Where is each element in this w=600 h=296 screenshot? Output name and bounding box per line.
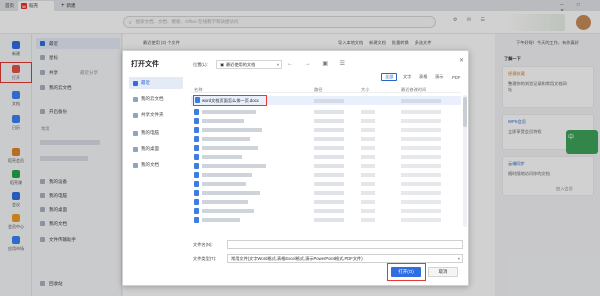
file-list-scrollbar[interactable] [463,95,467,227]
cloud-icon [133,96,138,102]
dialog-side-documents[interactable]: 我的文档 [129,159,183,171]
filter-all[interactable]: 全部 [381,73,398,81]
file-row[interactable] [191,207,461,215]
file-icon [194,181,199,187]
file-list-header: 名称 路径 大小 最近修改时间 [191,85,461,93]
file-icon [194,190,199,196]
dialog-side-cloud[interactable]: 我的云文档 [129,93,183,105]
file-row[interactable] [191,153,461,161]
location-select[interactable]: ▣ 最近使用的文档 ▾ [216,60,282,69]
dialog-title: 打开文件 [131,61,159,68]
col-size[interactable]: 大小 [361,87,369,93]
folder-icon [133,162,138,168]
file-icon [194,145,199,151]
file-row[interactable] [191,216,461,224]
file-row[interactable] [191,162,461,170]
clock-icon [133,80,138,86]
chevron-down-icon: ▾ [276,62,279,67]
dialog-side-label: 最近 [141,80,150,85]
dialog-side-label: 我的云文档 [141,96,164,101]
file-row[interactable] [191,108,461,116]
filter-sheet[interactable]: 表格 [416,73,430,81]
highlight-box [387,263,426,281]
file-icon [194,208,199,214]
location-label: 位置(L): [193,62,208,67]
filter-slides[interactable]: 演示 [432,73,446,81]
file-row[interactable] [191,144,461,152]
file-row[interactable] [191,180,461,188]
file-icon [194,199,199,205]
scrollbar-thumb[interactable] [463,97,467,127]
filetype-label: 文件类型(T): [193,256,217,261]
dialog-side-label: 我的电脑 [141,130,159,135]
file-icon [194,154,199,160]
computer-icon [133,130,138,136]
share-icon [133,112,138,118]
col-modified[interactable]: 最近修改时间 [401,87,426,93]
file-date-blur [401,98,441,103]
filter-pdf[interactable]: PDF [449,73,463,81]
dialog-side-label: 共享文件夹 [141,112,164,117]
dialog-side-label: 我的桌面 [141,146,159,151]
file-row[interactable] [191,117,461,125]
file-icon [194,118,199,124]
filename-input[interactable] [227,240,463,249]
chevron-down-icon: ▾ [457,256,460,261]
dialog-close-icon[interactable]: ✕ [459,57,464,64]
dialog-side-computer[interactable]: 我的电脑 [129,127,183,139]
location-value: 最近使用的文档 [225,61,256,67]
file-row[interactable] [191,126,461,134]
file-icon [194,136,199,142]
file-icon [194,127,199,133]
file-icon [194,109,199,115]
dialog-side-desktop[interactable]: 我的桌面 [129,143,183,155]
dialog-side-shared[interactable]: 共享文件夹 [129,109,183,121]
file-icon [194,217,199,223]
col-path[interactable]: 路径 [314,87,322,93]
file-row[interactable] [191,135,461,143]
cancel-button[interactable]: 取消 [428,267,458,277]
file-row[interactable] [191,171,461,179]
dialog-side-label: 我的文档 [141,162,159,167]
filename-label: 文件名(N): [193,242,213,247]
highlight-box [193,95,267,106]
desktop-icon [133,146,138,152]
file-icon [194,163,199,169]
file-path-blur [314,98,344,103]
filetype-value: 常用文件(文字Word格式,表格Excel格式,演示PowerPoint格式,P… [231,255,363,261]
file-row[interactable] [191,189,461,197]
filetype-select[interactable]: 常用文件(文字Word格式,表格Excel格式,演示PowerPoint格式,P… [227,254,463,263]
dialog-side-recent[interactable]: 最近 [129,77,183,89]
file-row[interactable] [191,198,461,206]
open-file-dialog: 打开文件 ✕ 最近 我的云文档 共享文件夹 我的电脑 我的桌面 我的文档 位置(… [122,50,469,286]
col-name[interactable]: 名称 [194,87,202,93]
folder-icon: ▣ [220,62,224,67]
nav-arrows[interactable]: ← → ▣ ☰ [287,60,350,67]
filter-text[interactable]: 文字 [400,73,414,81]
file-icon [194,172,199,178]
